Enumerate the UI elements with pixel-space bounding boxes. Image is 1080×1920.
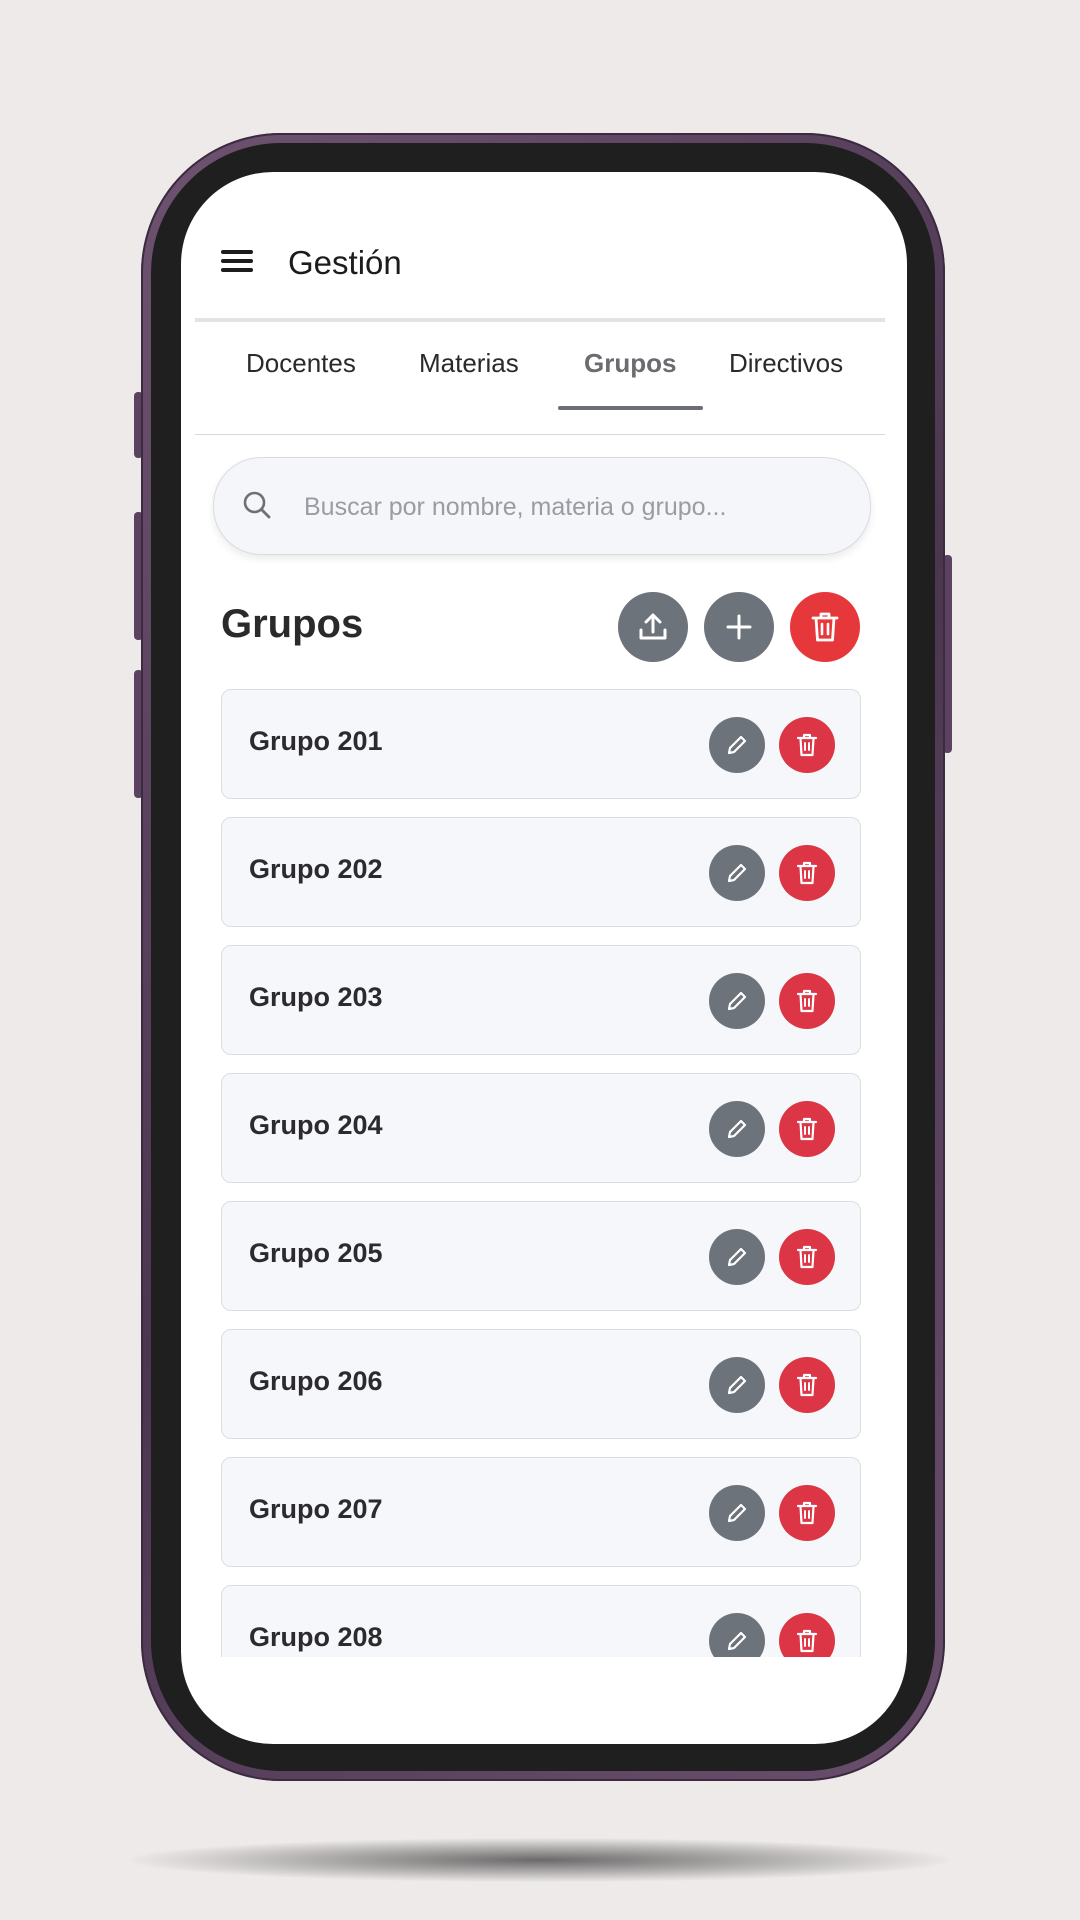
edit-button[interactable] bbox=[709, 1613, 765, 1657]
trash-icon bbox=[796, 1501, 818, 1525]
edit-button[interactable] bbox=[709, 1229, 765, 1285]
active-tab-indicator bbox=[558, 406, 703, 410]
delete-button[interactable] bbox=[779, 1101, 835, 1157]
group-name: Grupo 202 bbox=[249, 854, 383, 884]
trash-icon bbox=[796, 1117, 818, 1141]
group-name: Grupo 203 bbox=[249, 982, 383, 1012]
delete-button[interactable] bbox=[779, 973, 835, 1029]
list-item[interactable]: Grupo 208 bbox=[221, 1585, 861, 1657]
pencil-icon bbox=[727, 1503, 747, 1523]
list-item[interactable]: Grupo 201 bbox=[221, 689, 861, 799]
tab-materias[interactable]: Materias bbox=[419, 348, 519, 379]
list-item[interactable]: Grupo 205 bbox=[221, 1201, 861, 1311]
group-name: Grupo 205 bbox=[249, 1238, 383, 1268]
list-item[interactable]: Grupo 207 bbox=[221, 1457, 861, 1567]
add-group-button[interactable] bbox=[704, 592, 774, 662]
delete-button[interactable] bbox=[779, 1357, 835, 1413]
section-title: Grupos bbox=[221, 602, 364, 646]
edit-button[interactable] bbox=[709, 973, 765, 1029]
upload-button[interactable] bbox=[618, 592, 688, 662]
upload-icon bbox=[639, 613, 667, 640]
app-title: Gestión bbox=[288, 244, 402, 281]
trash-icon bbox=[796, 861, 818, 885]
group-name: Grupo 207 bbox=[249, 1494, 383, 1524]
list-item[interactable]: Grupo 202 bbox=[221, 817, 861, 927]
tab-docentes[interactable]: Docentes bbox=[246, 348, 356, 379]
group-name: Grupo 204 bbox=[249, 1110, 383, 1140]
pencil-icon bbox=[727, 735, 747, 755]
edit-button[interactable] bbox=[709, 845, 765, 901]
pencil-icon bbox=[727, 991, 747, 1011]
list-item[interactable]: Grupo 206 bbox=[221, 1329, 861, 1439]
scene-background: Gestión Docentes Materias Grupos Directi… bbox=[0, 0, 1080, 1920]
delete-button[interactable] bbox=[779, 1613, 835, 1657]
tab-grupos[interactable]: Grupos bbox=[584, 348, 676, 379]
trash-icon bbox=[796, 1373, 818, 1397]
delete-button[interactable] bbox=[779, 1229, 835, 1285]
list-item[interactable]: Grupo 204 bbox=[221, 1073, 861, 1183]
pencil-icon bbox=[727, 1247, 747, 1267]
phone-screen: Gestión Docentes Materias Grupos Directi… bbox=[181, 172, 907, 1744]
group-name: Grupo 206 bbox=[249, 1366, 383, 1396]
edit-button[interactable] bbox=[709, 1357, 765, 1413]
edit-button[interactable] bbox=[709, 717, 765, 773]
delete-button[interactable] bbox=[779, 717, 835, 773]
appbar-divider bbox=[195, 318, 885, 322]
trash-icon bbox=[796, 1245, 818, 1269]
tab-directivos[interactable]: Directivos bbox=[729, 348, 843, 379]
group-name: Grupo 201 bbox=[249, 726, 383, 756]
trash-icon bbox=[796, 989, 818, 1013]
delete-button[interactable] bbox=[779, 845, 835, 901]
edit-button[interactable] bbox=[709, 1101, 765, 1157]
search-bar[interactable] bbox=[213, 457, 871, 555]
pencil-icon bbox=[727, 1119, 747, 1139]
group-list: Grupo 201 Grupo 202 Grupo 203 Grupo 204 … bbox=[221, 687, 861, 1657]
pencil-icon bbox=[727, 863, 747, 883]
edit-button[interactable] bbox=[709, 1485, 765, 1541]
search-input[interactable] bbox=[302, 476, 846, 538]
pencil-icon bbox=[727, 1375, 747, 1395]
delete-all-button[interactable] bbox=[790, 592, 860, 662]
plus-icon bbox=[726, 614, 752, 640]
trash-icon bbox=[796, 733, 818, 757]
search-icon bbox=[243, 491, 271, 519]
trash-icon bbox=[796, 1629, 818, 1653]
pencil-icon bbox=[727, 1631, 747, 1651]
group-name: Grupo 208 bbox=[249, 1622, 383, 1652]
trash-icon bbox=[811, 612, 839, 642]
hamburger-menu-icon[interactable] bbox=[221, 250, 255, 274]
list-item[interactable]: Grupo 203 bbox=[221, 945, 861, 1055]
phone-shadow bbox=[130, 1838, 950, 1882]
delete-button[interactable] bbox=[779, 1485, 835, 1541]
